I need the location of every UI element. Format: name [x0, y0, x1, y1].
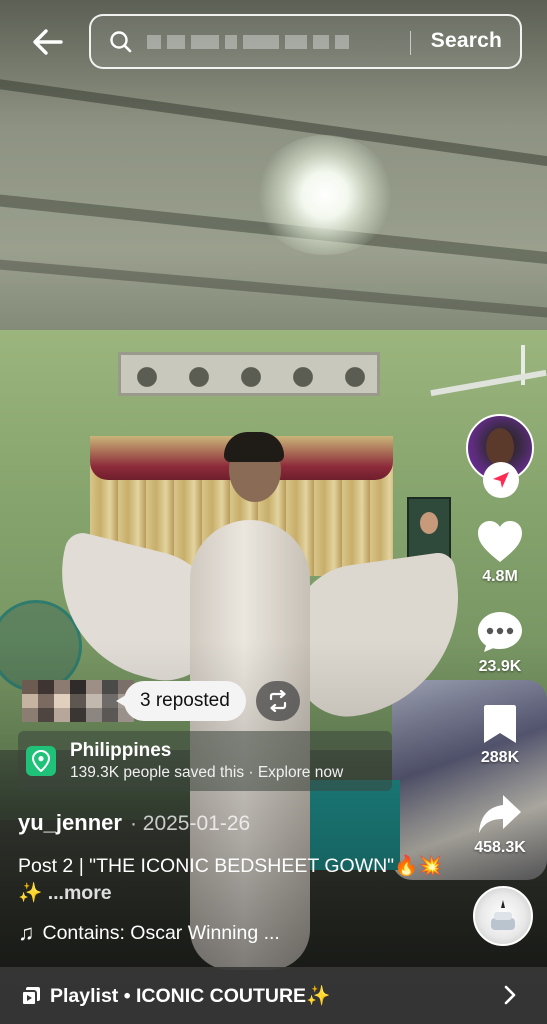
follow-button[interactable]: [483, 462, 519, 498]
repost-icon: [269, 690, 286, 712]
location-text: Philippines 139.3K people saved this · E…: [70, 740, 343, 782]
chevron-right-icon: [504, 985, 516, 1005]
back-arrow-icon: [33, 29, 63, 55]
bookmark-count: 288K: [480, 749, 520, 766]
search-bar[interactable]: Search: [89, 14, 522, 69]
search-icon: [110, 30, 132, 52]
music-cover-icon: [491, 900, 515, 930]
search-button[interactable]: Search: [431, 29, 502, 53]
playlist-icon: [21, 986, 40, 1006]
search-input[interactable]: [147, 34, 387, 49]
more-link[interactable]: ...more: [48, 882, 112, 904]
repost-chip[interactable]: 3 reposted: [116, 681, 246, 721]
comment-count: 23.9K: [478, 658, 522, 675]
sound-link[interactable]: ♫ Contains: Oscar Winning ...: [18, 920, 280, 946]
author-username[interactable]: yu_jenner: [18, 810, 122, 836]
location-card[interactable]: Philippines 139.3K people saved this · E…: [18, 731, 392, 791]
location-title: Philippines: [70, 740, 172, 761]
scene-picture-face: [420, 512, 438, 534]
scene-light: [255, 135, 395, 255]
bookmark-button[interactable]: 288K: [460, 703, 540, 767]
like-count: 4.8M: [482, 568, 518, 585]
scene-person-hair: [224, 432, 284, 462]
post-date: · 2025-01-26: [129, 812, 251, 835]
scene-vent: [118, 352, 380, 396]
heart-icon: [478, 521, 522, 562]
like-button[interactable]: 4.8M: [460, 520, 540, 586]
music-note-icon: ♫: [18, 920, 35, 945]
author-row: yu_jenner · 2025-01-26: [18, 810, 250, 836]
back-button[interactable]: [28, 22, 68, 62]
bookmark-icon: [484, 705, 516, 743]
music-disc[interactable]: [473, 886, 533, 946]
search-divider: [410, 31, 411, 55]
repost-button[interactable]: [255, 681, 300, 721]
post-caption[interactable]: Post 2 | "THE ICONIC BEDSHEET GOWN"🔥💥✨ .…: [18, 853, 458, 907]
location-subtitle[interactable]: 139.3K people saved this · Explore now: [70, 764, 343, 782]
comment-button[interactable]: 23.9K: [460, 610, 540, 676]
share-icon: [479, 795, 521, 833]
comment-icon: [478, 612, 522, 652]
sound-title: Contains: Oscar Winning ...: [42, 921, 280, 944]
location-pin-icon: [26, 746, 56, 776]
share-button[interactable]: 458.3K: [460, 793, 540, 857]
playlist-bar[interactable]: Playlist • ICONIC COUTURE✨: [0, 967, 547, 1024]
follow-icon: [493, 472, 509, 488]
avatar-face: [486, 428, 514, 466]
repost-row: 3 reposted: [22, 680, 300, 722]
share-count: 458.3K: [474, 839, 526, 856]
playlist-label: Playlist • ICONIC COUTURE✨: [50, 984, 331, 1007]
